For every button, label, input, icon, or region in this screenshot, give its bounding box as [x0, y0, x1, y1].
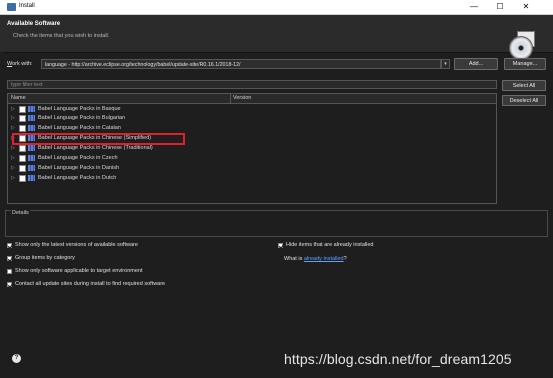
expand-arrow-icon[interactable]: ▷	[11, 155, 15, 161]
details-label: Details	[11, 210, 30, 216]
software-tree[interactable]: Name Version ▷ Babel Language Packs in Ba…	[7, 93, 497, 204]
expand-arrow-icon[interactable]: ▷	[11, 165, 15, 171]
minimize-button[interactable]: —	[461, 0, 487, 14]
checkbox[interactable]	[19, 145, 26, 152]
expand-arrow-icon[interactable]: ▷	[11, 106, 15, 112]
contact-sites-label: Contact all update sites during install …	[15, 281, 166, 287]
checkbox[interactable]	[19, 155, 26, 162]
tree-row-label: Babel Language Packs in Dutch	[38, 175, 117, 181]
install-cd-icon	[509, 36, 533, 60]
filter-input[interactable]: type filter text	[7, 80, 497, 89]
tree-row[interactable]: ▷ Babel Language Packs in Danish	[8, 164, 496, 173]
page-subtitle: Check the items that you wish to install…	[13, 33, 110, 39]
expand-arrow-icon[interactable]: ▷	[11, 175, 15, 181]
hide-installed-label: Hide items that are already installed	[286, 242, 374, 248]
checkbox[interactable]	[19, 125, 26, 132]
details-group: Details	[5, 210, 548, 237]
contact-sites-checkbox[interactable]	[7, 282, 12, 287]
package-icon	[28, 125, 35, 131]
tree-row-label: Babel Language Packs in Bulgarian	[38, 115, 126, 121]
workwith-combo[interactable]: language - http://archive.eclipse.org/te…	[41, 59, 441, 69]
manage-sites-button[interactable]: Manage...	[504, 58, 546, 70]
package-icon	[28, 145, 35, 151]
wizard-header: Available Software Check the items that …	[0, 15, 553, 60]
latest-only-checkbox[interactable]	[7, 243, 12, 248]
package-icon	[28, 165, 35, 171]
group-by-category-label: Group items by category	[15, 255, 75, 261]
column-separator[interactable]	[230, 94, 231, 103]
target-env-label: Show only software applicable to target …	[15, 268, 143, 274]
package-icon	[28, 106, 35, 112]
target-env-checkbox[interactable]	[7, 269, 12, 274]
page-title: Available Software	[7, 21, 61, 27]
checkbox[interactable]	[19, 165, 26, 172]
hide-installed-checkbox[interactable]	[278, 243, 283, 248]
chevron-down-icon[interactable]: ▾	[441, 59, 450, 69]
select-all-button[interactable]: Select All	[502, 80, 546, 91]
tree-row-label: Babel Language Packs in Czech	[38, 155, 118, 161]
help-icon[interactable]: ?	[12, 354, 21, 363]
left-edge	[0, 52, 4, 378]
expand-arrow-icon[interactable]: ▷	[11, 115, 15, 121]
maximize-button[interactable]: ☐	[487, 0, 513, 14]
app-icon	[7, 3, 16, 11]
tree-row[interactable]: ▷ Babel Language Packs in Basque	[8, 105, 496, 114]
close-button[interactable]: ✕	[513, 0, 539, 14]
tree-row-label: Babel Language Packs in Basque	[38, 106, 121, 112]
column-name[interactable]: Name	[11, 95, 26, 101]
expand-arrow-icon[interactable]: ▷	[11, 145, 15, 151]
tree-row[interactable]: ▷ Babel Language Packs in Dutch	[8, 174, 496, 183]
latest-only-label: Show only the latest versions of availab…	[15, 242, 138, 248]
deselect-all-button[interactable]: Deselect All	[502, 95, 546, 106]
expand-arrow-icon[interactable]: ▷	[11, 125, 15, 131]
package-icon	[28, 115, 35, 121]
column-version[interactable]: Version	[233, 95, 251, 101]
what-is-text: What is already installed?	[284, 256, 347, 262]
checkbox[interactable]	[19, 115, 26, 122]
tree-row[interactable]: ▷ Babel Language Packs in Czech	[8, 154, 496, 163]
checkbox[interactable]	[19, 106, 26, 113]
watermark-text: https://blog.csdn.net/for_dream1205	[284, 351, 512, 367]
tree-row[interactable]: ▷ Babel Language Packs in Bulgarian	[8, 114, 496, 123]
tree-row-label: Babel Language Packs in Chinese (Traditi…	[38, 145, 153, 151]
tree-row[interactable]: ▷ Babel Language Packs in Catalan	[8, 124, 496, 133]
checkbox[interactable]	[19, 175, 26, 182]
already-installed-link[interactable]: already installed	[304, 256, 344, 262]
tree-row-label: Babel Language Packs in Danish	[38, 165, 120, 171]
workwith-label: Work with:	[7, 61, 33, 67]
selection-highlight-box	[12, 133, 185, 145]
package-icon	[28, 155, 35, 161]
tree-header: Name Version	[8, 94, 496, 104]
tree-row-label: Babel Language Packs in Catalan	[38, 125, 121, 131]
window-titlebar: Install — ☐ ✕	[0, 0, 553, 15]
window-title: Install	[19, 3, 35, 9]
add-site-button[interactable]: Add...	[454, 58, 498, 70]
tree-row[interactable]: ▷ Babel Language Packs in Chinese (Tradit…	[8, 144, 496, 153]
group-by-category-checkbox[interactable]	[7, 256, 12, 261]
package-icon	[28, 175, 35, 181]
